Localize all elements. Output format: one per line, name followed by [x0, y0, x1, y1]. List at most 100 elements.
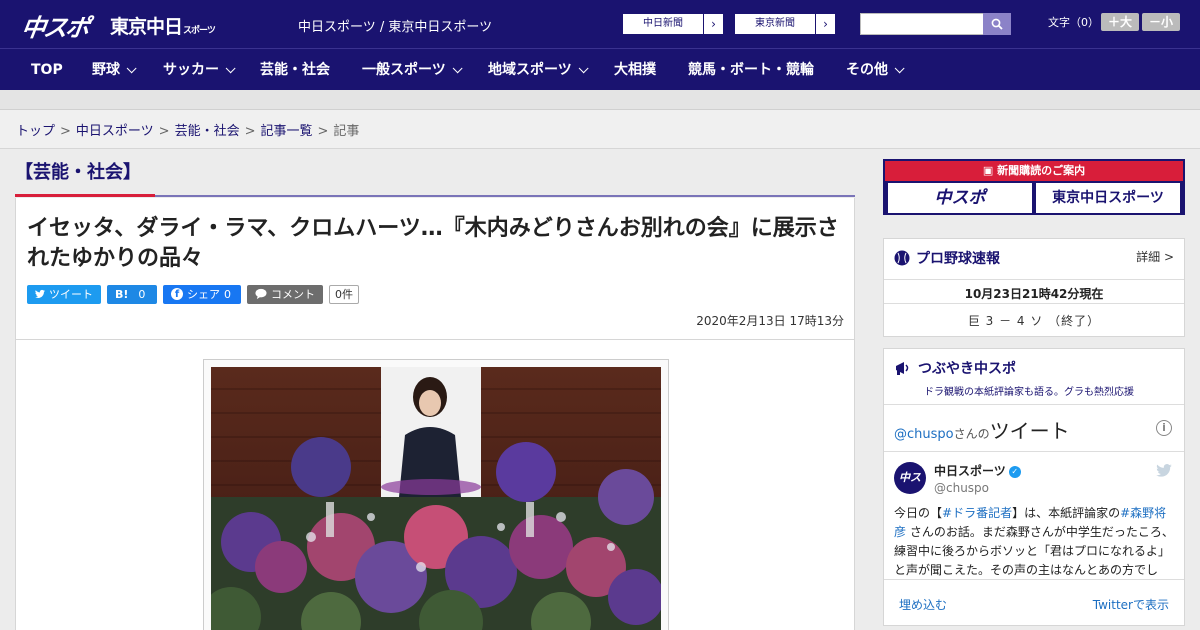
tokyo-shimbun-link[interactable]: 東京新聞 › [734, 13, 836, 35]
breadcrumb-current: 記事 [333, 124, 360, 139]
baseball-title-text: プロ野球速報 [916, 251, 1000, 267]
site-header: 中スポ 東京中日スポーツ 中日スポーツ / 東京中日スポーツ 中日新聞 › 東京… [0, 0, 1200, 48]
tsubuyaki-subtitle: ドラ観戦の本紙評論家も語る。グラも熱烈応援 [924, 387, 1134, 398]
nav-item-baseball[interactable]: 野球 [92, 49, 137, 91]
tweet-text-part: 今日の【 [894, 506, 943, 520]
main-nav: TOP 野球 サッカー 芸能・社会 一般スポーツ 地域スポーツ 大相撲 競馬・ボ… [0, 48, 1200, 90]
tweet-account-name[interactable]: 中日スポーツ ✓ [934, 462, 1021, 479]
nav-label: サッカー [163, 62, 219, 78]
chevron-down-icon [578, 63, 589, 74]
nav-item-sumo[interactable]: 大相撲 [614, 49, 656, 91]
breadcrumb-article-list[interactable]: 記事一覧 [261, 124, 313, 139]
twitter-handle-link[interactable]: @chuspoさんの [894, 427, 990, 442]
nav-label: 芸能・社会 [260, 62, 330, 78]
category-title: 【芸能・社会】 [15, 162, 141, 183]
tweet-button[interactable]: ツイート [27, 284, 101, 304]
tweet-account-handle[interactable]: @chuspo [934, 481, 989, 495]
nav-label: 野球 [92, 62, 120, 78]
embed-link[interactable]: 埋め込む [899, 596, 947, 613]
chevron-right-icon: › [815, 14, 835, 34]
category-rule [155, 195, 855, 197]
tsubuyaki-title-text: つぶやき中スポ [918, 361, 1016, 377]
subscription-title-text: 新聞購読のご案内 [997, 164, 1086, 177]
megaphone-icon [896, 362, 909, 375]
facebook-count: 0 [224, 287, 231, 301]
baseball-icon [894, 250, 910, 266]
nav-label: 地域スポーツ [488, 62, 572, 78]
chevron-down-icon [894, 63, 905, 74]
font-smaller-button[interactable]: －小 [1142, 13, 1180, 31]
search-button[interactable] [983, 13, 1011, 35]
verified-badge-icon: ✓ [1008, 465, 1021, 478]
avatar[interactable]: 中スポ [894, 462, 926, 516]
font-size-label: 文字（0） [1048, 16, 1099, 29]
nav-label: 競馬・ボート・競輪 [688, 62, 814, 78]
tweets-header: @chuspoさんのツイート i [884, 404, 1184, 452]
comment-button[interactable]: コメント [247, 284, 323, 304]
handle-suffix: さんの [953, 427, 990, 441]
nav-item-other[interactable]: その他 [846, 49, 905, 91]
twitter-icon [35, 289, 45, 298]
nav-label: TOP [31, 62, 63, 78]
twitter-handle: @chuspo [894, 427, 954, 442]
ext-link-label: 中日新聞 [643, 18, 683, 29]
nav-item-general-sports[interactable]: 一般スポーツ [362, 49, 463, 91]
nav-item-entertainment[interactable]: 芸能・社会 [260, 49, 330, 91]
hatena-count: 0 [138, 287, 146, 301]
twitter-bird-icon[interactable] [1156, 462, 1172, 481]
breadcrumb: トップ > 中日スポーツ > 芸能・社会 > 記事一覧 > 記事 [0, 110, 1200, 149]
chunichi-shimbun-link[interactable]: 中日新聞 › [622, 13, 724, 35]
subscription-title: ▣ 新聞購読のご案内 [885, 161, 1183, 181]
article-headline: イセッタ、ダライ・ラマ、クロムハーツ…『木内みどりさんお別れの会』に展示されたゆ… [27, 216, 839, 271]
account-name-text: 中日スポーツ [934, 464, 1006, 478]
nav-item-regional-sports[interactable]: 地域スポーツ [488, 49, 589, 91]
view-on-twitter-link[interactable]: Twitterで表示 [1093, 596, 1169, 613]
tweet-label: ツイート [49, 288, 93, 301]
baseball-panel-title: プロ野球速報 [894, 248, 1000, 268]
breadcrumb-sep: > [158, 124, 170, 139]
article-photo[interactable] [211, 367, 661, 630]
hatena-bookmark-button[interactable]: B! 0 [107, 284, 157, 304]
tokyo-logo-sub: スポーツ [183, 26, 216, 36]
facebook-share-label: シェア [187, 288, 220, 301]
twitter-panel: つぶやき中スポ ドラ観戦の本紙評論家も語る。グラも熱烈応援 @chuspoさんの… [883, 348, 1185, 626]
comment-count: 0件 [329, 284, 359, 304]
hatena-icon: B! [115, 287, 129, 301]
breadcrumb-sep: > [244, 124, 256, 139]
site-names: 中日スポーツ / 東京中日スポーツ [298, 20, 493, 35]
tweets-footer: 埋め込む Twitterで表示 [884, 579, 1184, 625]
article-photo-frame [203, 359, 669, 630]
search-input[interactable] [860, 13, 984, 35]
tweet-text: 今日の【#ドラ番記者】は、本紙評論家の#森野将彦 さんのお話。まだ森野さんが中学… [894, 504, 1176, 576]
breadcrumb-entertainment[interactable]: 芸能・社会 [175, 124, 240, 139]
baseball-score-panel: プロ野球速報 詳細 > 10月23日21時42分現在 巨 3 － 4 ソ （終了… [883, 238, 1185, 337]
nav-label: その他 [846, 62, 888, 78]
nav-item-top[interactable]: TOP [31, 49, 63, 91]
tweets-label: ツイート [989, 419, 1070, 443]
ad-strip [0, 90, 1200, 110]
nav-item-keiba[interactable]: 競馬・ボート・競輪 [688, 49, 814, 91]
font-bigger-button[interactable]: ＋大 [1101, 13, 1139, 31]
chevron-right-icon: › [703, 14, 723, 34]
chuspo-logo[interactable]: 中スポ [20, 8, 91, 43]
breadcrumb-chunichi-sports[interactable]: 中日スポーツ [76, 124, 154, 139]
info-icon[interactable]: i [1156, 420, 1172, 436]
chevron-down-icon [452, 63, 463, 74]
breadcrumb-sep: > [60, 124, 71, 139]
breadcrumb-sep: > [317, 124, 329, 139]
game-score[interactable]: 巨 3 － 4 ソ （終了） [884, 303, 1184, 329]
score-timestamp: 10月23日21時42分現在 [884, 279, 1184, 303]
facebook-share-button[interactable]: f シェア 0 [163, 284, 241, 304]
hashtag-link[interactable]: #ドラ番記者 [942, 506, 1012, 520]
subscribe-tokyo-chunichi-button[interactable]: 東京中日スポーツ [1036, 183, 1180, 213]
breadcrumb-top[interactable]: トップ [16, 124, 55, 139]
comment-icon [255, 288, 267, 300]
memorial-photo-image [211, 367, 661, 630]
subscription-promo: ▣ 新聞購読のご案内 中スポ 東京中日スポーツ [883, 159, 1185, 215]
tweet-text-part: さんのお話。まだ森野さんが中学生だったころ、練習中に後ろからボソッと「君はプロに… [894, 525, 1174, 576]
baseball-detail-link[interactable]: 詳細 > [1136, 248, 1174, 265]
tokyo-chunichi-logo[interactable]: 東京中日スポーツ [110, 12, 216, 39]
article-header: イセッタ、ダライ・ラマ、クロムハーツ…『木内みどりさんお別れの会』に展示されたゆ… [15, 198, 855, 340]
subscribe-chuspo-button[interactable]: 中スポ [888, 183, 1032, 213]
nav-item-soccer[interactable]: サッカー [163, 49, 236, 91]
